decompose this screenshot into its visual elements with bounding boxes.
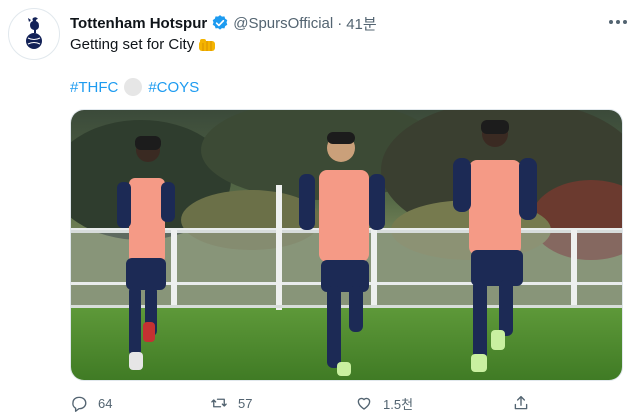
share-upload-icon	[514, 395, 528, 410]
tweet-body: Getting set for City	[70, 36, 195, 53]
hashtag-thfc[interactable]: #THFC	[70, 79, 118, 96]
retweet-button[interactable]: 57	[210, 394, 252, 412]
tweet-text: Getting set for City	[70, 36, 216, 53]
reply-button[interactable]: 64	[70, 394, 112, 412]
avatar[interactable]	[8, 8, 60, 60]
more-dots-icon[interactable]	[608, 12, 628, 30]
share-button[interactable]	[512, 394, 530, 412]
reply-count: 64	[98, 395, 113, 411]
white-circle-emoji-icon	[124, 78, 143, 96]
retweet-count: 57	[238, 395, 253, 411]
spurs-cockerel-crest-icon	[26, 17, 42, 49]
like-count: 1.5천	[383, 396, 414, 412]
verified-badge-icon	[211, 14, 229, 32]
hashtags: #THFC #COYS	[70, 78, 199, 96]
tweet-header: Tottenham Hotspur @SpursOfficial · 41분	[70, 12, 632, 34]
retweet-icon	[211, 398, 227, 408]
tweet-photo[interactable]	[70, 109, 623, 381]
user-handle[interactable]: @SpursOfficial	[233, 15, 333, 32]
heart-icon	[357, 397, 371, 410]
tweet-actions: 64 57 1.5천	[70, 392, 623, 414]
header-separator: ·	[337, 14, 343, 32]
like-button[interactable]: 1.5천	[355, 394, 413, 413]
tweet-timestamp[interactable]: 41분	[346, 13, 377, 34]
hashtag-coys[interactable]: #COYS	[148, 79, 199, 96]
display-name[interactable]: Tottenham Hotspur	[70, 15, 207, 32]
oncoming-fist-emoji-icon	[198, 38, 216, 52]
reply-bubble-icon	[72, 396, 87, 412]
